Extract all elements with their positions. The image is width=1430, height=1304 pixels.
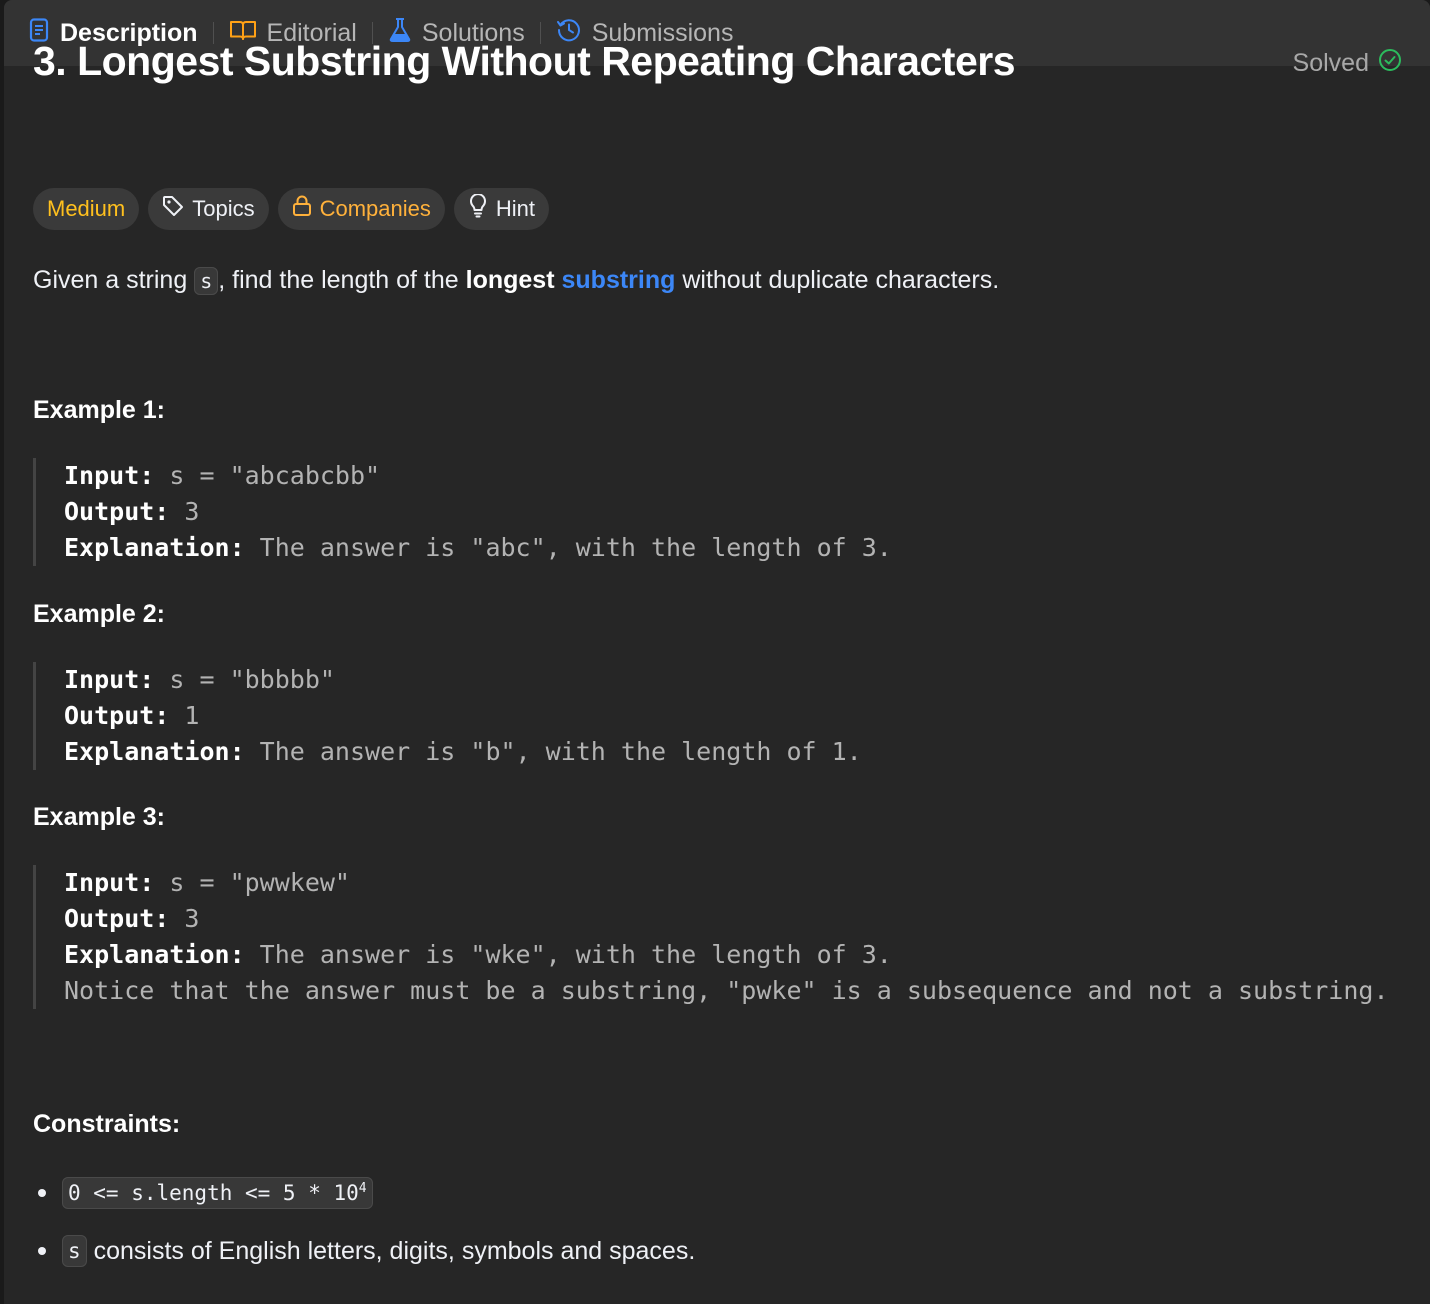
example-output-line: Output: 3 [64, 494, 892, 530]
explanation-value: The answer is "wke", with the length of … [244, 940, 892, 969]
input-value: s = "abcabcbb" [154, 461, 381, 490]
constraint-code: 0 <= s.length <= 5 * 104 [62, 1177, 373, 1209]
input-label: Input: [64, 665, 155, 694]
example-input-line: Input: s = "abcabcbb" [64, 458, 892, 494]
check-circle-icon [1369, 48, 1402, 79]
constraint-exponent: 4 [358, 1181, 367, 1196]
problem-panel: Description Editorial Solutions Submissi… [4, 0, 1430, 1304]
output-label: Output: [64, 904, 170, 933]
solved-status: Solved [1293, 48, 1402, 79]
example-output-line: Output: 1 [64, 698, 862, 734]
explanation-value: The answer is "b", with the length of 1. [244, 737, 862, 766]
inline-code: s [194, 267, 219, 295]
constraint-item: 0 <= s.length <= 5 * 104 [33, 1172, 695, 1214]
output-label: Output: [64, 497, 170, 526]
example-output-line: Output: 3 [64, 901, 1389, 937]
explanation-label: Explanation: [64, 533, 245, 562]
substring-link[interactable]: substring [562, 266, 676, 294]
example-input-line: Input: s = "pwwkew" [64, 865, 1389, 901]
output-value: 1 [169, 701, 200, 730]
explanation-label: Explanation: [64, 737, 245, 766]
problem-title: 3. Longest Substring Without Repeating C… [33, 38, 1016, 84]
input-label: Input: [64, 461, 155, 490]
difficulty-badge: Medium [33, 188, 140, 230]
input-value: s = "bbbbb" [154, 665, 335, 694]
tag-icon [162, 195, 192, 223]
example-note-line: Notice that the answer must be a substri… [64, 976, 1389, 1005]
companies-label: Companies [319, 196, 431, 221]
example-title: Example 2: [33, 600, 166, 628]
example-title: Example 3: [33, 803, 166, 831]
explanation-value: The answer is "abc", with the length of … [244, 533, 892, 562]
problem-description: Given a string s, find the length of the… [33, 264, 999, 297]
input-label: Input: [64, 868, 155, 897]
desc-space [555, 266, 562, 294]
constraints-list: 0 <= s.length <= 5 * 104 s consists of E… [33, 1172, 695, 1272]
example-explanation-line: Explanation: The answer is "b", with the… [64, 734, 862, 770]
example-explanation-line: Explanation: The answer is "abc", with t… [64, 530, 892, 566]
output-value: 3 [169, 497, 200, 526]
input-value: s = "pwwkew" [154, 868, 350, 897]
constraints-title: Constraints: [33, 1110, 181, 1138]
example-explanation-line: Explanation: The answer is "wke", with t… [64, 937, 1389, 973]
solved-label: Solved [1292, 49, 1369, 77]
hint-label: Hint [495, 196, 536, 221]
desc-text: , find the length of the [218, 266, 466, 294]
desc-text: without duplicate characters. [675, 266, 1000, 294]
companies-button[interactable]: Companies [277, 188, 445, 230]
tag-row: Medium Topics Companies Hint [33, 188, 550, 230]
example-title: Example 1: [33, 396, 166, 424]
constraint-code: s [62, 1235, 87, 1267]
constraint-code-text: 0 <= s.length <= 5 * 10 [68, 1181, 359, 1205]
desc-text: Given a string [33, 266, 195, 294]
desc-bold: longest [465, 266, 555, 294]
output-label: Output: [64, 701, 170, 730]
example-block: Input: s = "abcabcbb" Output: 3 Explanatio… [33, 458, 892, 566]
topics-button[interactable]: Topics [148, 188, 269, 230]
example-input-line: Input: s = "bbbbb" [64, 662, 862, 698]
topics-label: Topics [192, 196, 255, 221]
hint-button[interactable]: Hint [453, 188, 550, 230]
lock-icon [292, 195, 320, 223]
lightbulb-icon [468, 193, 496, 224]
constraint-item: s consists of English letters, digits, s… [33, 1230, 695, 1272]
example-block: Input: s = "pwwkew" Output: 3 Explanation:… [33, 865, 1389, 1009]
example-block: Input: s = "bbbbb" Output: 1 Explanation: … [33, 662, 862, 770]
explanation-label: Explanation: [64, 940, 245, 969]
output-value: 3 [169, 904, 200, 933]
constraint-text: consists of English letters, digits, sym… [86, 1236, 696, 1265]
